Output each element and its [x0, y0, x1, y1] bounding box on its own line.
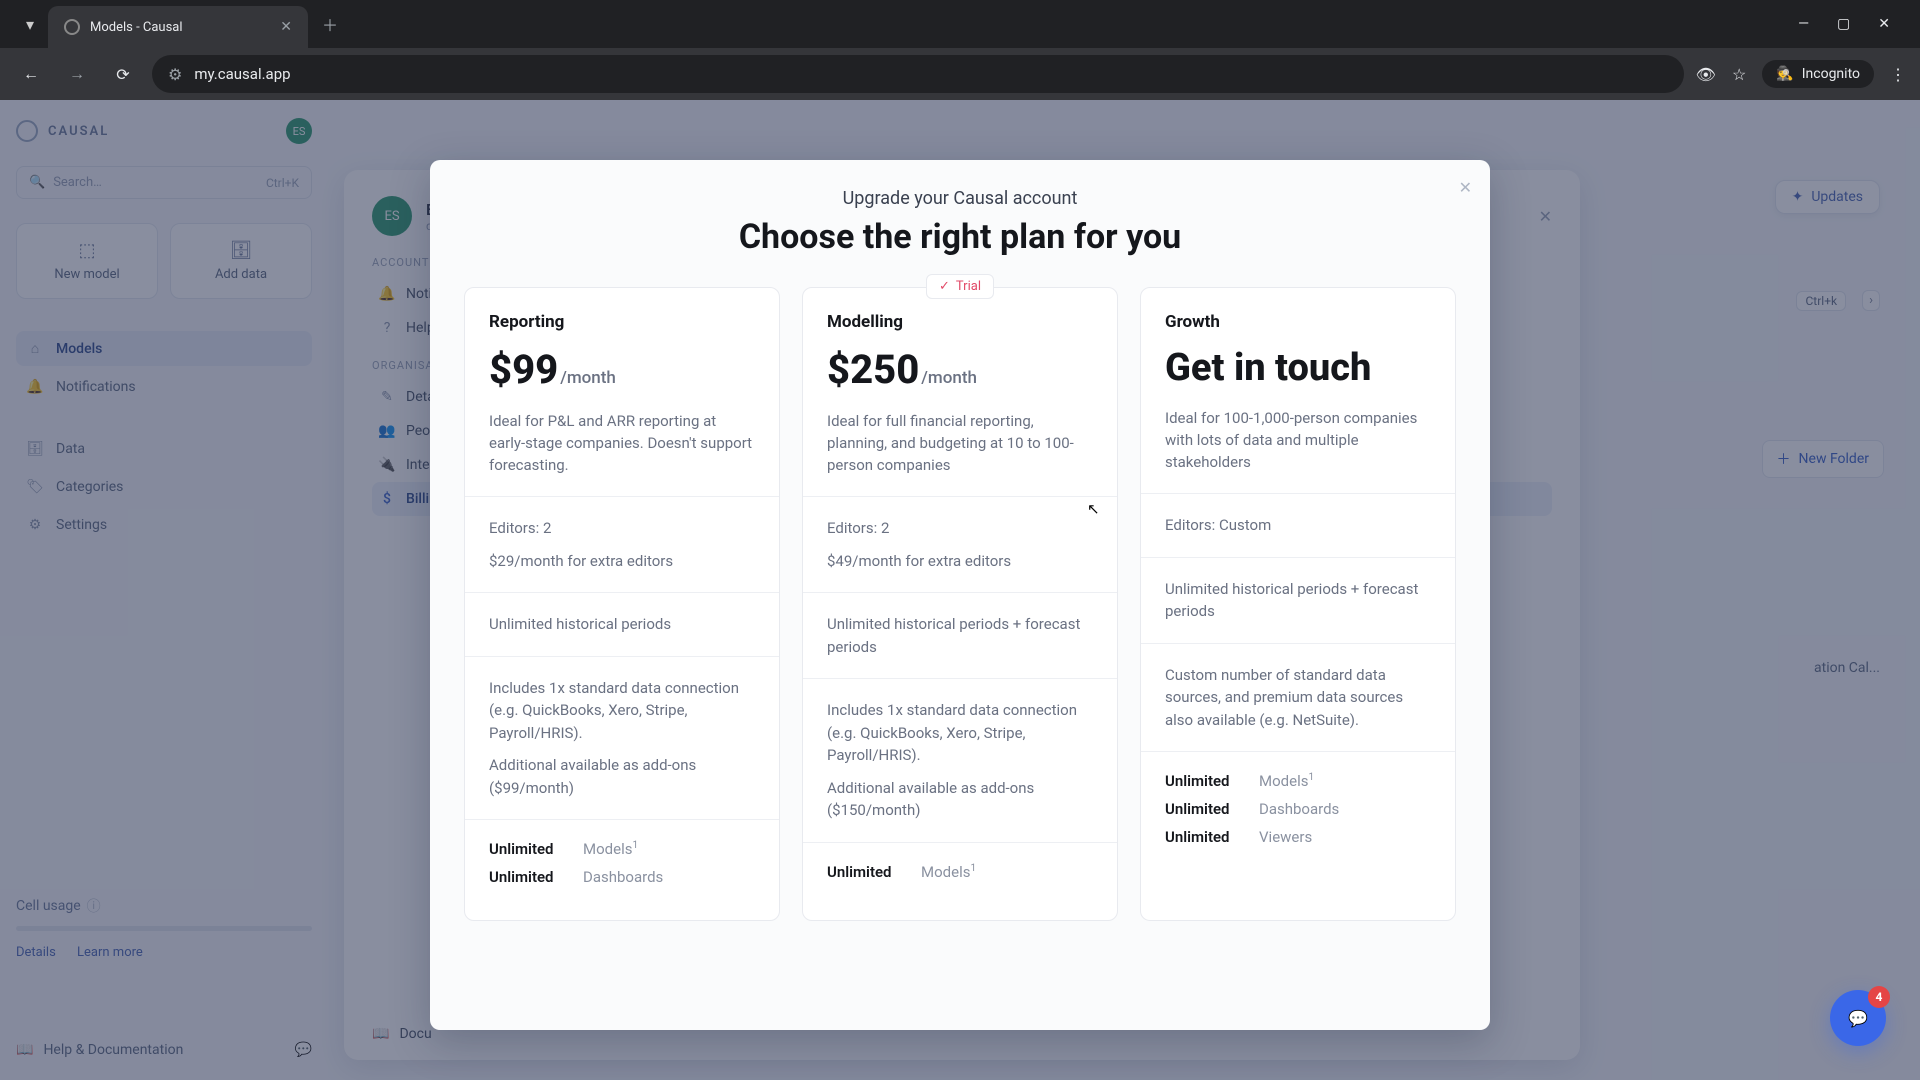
minimize-icon[interactable]: ― [1798, 16, 1809, 32]
plan-modelling: ✓Trial Modelling $250/month Ideal for fu… [802, 287, 1118, 921]
plan-name: Reporting [489, 312, 755, 332]
plan-limit-row: Unlimited Dashboards [1165, 800, 1431, 818]
limit-value: Viewers [1259, 828, 1312, 846]
tab-title: Models - Causal [90, 20, 270, 35]
window-controls: ― ▢ ✕ [1798, 16, 1908, 32]
limit-key: Unlimited [1165, 800, 1243, 818]
plan-editors: Editors: 2 [489, 517, 755, 540]
app-root: CAUSAL ES 🔍 Search… Ctrl+K ⬚New model 🗄A… [0, 100, 1920, 1080]
plan-period: /month [560, 368, 616, 388]
address-bar: ← → ⟳ ⚙ my.causal.app 👁 ☆ 🕵 Incognito ⋮ [0, 48, 1920, 100]
limit-sup: 1 [1308, 772, 1314, 783]
plan-limit-row: Unlimited Viewers [1165, 828, 1431, 846]
browser-menu-icon[interactable]: ⋮ [1890, 65, 1906, 84]
limit-key: Unlimited [1165, 772, 1243, 790]
plan-price: $99 [489, 346, 558, 393]
plan-data-conn: Custom number of standard data sources, … [1165, 664, 1431, 732]
plan-period: /month [921, 368, 977, 388]
plan-growth: Growth Get in touch Ideal for 100-1,000-… [1140, 287, 1456, 921]
plan-limit-row: Unlimited Dashboards [489, 868, 755, 886]
plan-editors: Editors: 2 [827, 517, 1093, 540]
chat-icon: 💬 [1848, 1009, 1868, 1028]
upgrade-modal: ✕ Upgrade your Causal account Choose the… [430, 160, 1490, 1030]
limit-value: Models [583, 840, 632, 858]
limit-key: Unlimited [489, 868, 567, 886]
plan-name: Growth [1165, 312, 1431, 332]
plan-periods: Unlimited historical periods + forecast … [1165, 578, 1431, 623]
plan-limit-row: Unlimited Models1 [827, 863, 1093, 881]
plan-limit-row: Unlimited Models1 [489, 840, 755, 858]
browser-chrome: ▾ Models - Causal ✕ ＋ ― ▢ ✕ ← → ⟳ ⚙ my.c… [0, 0, 1920, 100]
tab-dropdown-button[interactable]: ▾ [12, 6, 48, 42]
check-icon: ✓ [939, 279, 950, 294]
plan-data-conn: Includes 1x standard data connection (e.… [489, 677, 755, 745]
limit-sup: 1 [632, 840, 638, 851]
close-window-icon[interactable]: ✕ [1878, 16, 1890, 32]
limit-value: Dashboards [583, 868, 663, 886]
plan-extra-editors: $49/month for extra editors [827, 550, 1093, 573]
browser-tab[interactable]: Models - Causal ✕ [48, 6, 308, 48]
limit-sup: 1 [970, 863, 976, 874]
limit-value: Dashboards [1259, 800, 1339, 818]
limit-value: Models [1259, 772, 1308, 790]
bookmark-icon[interactable]: ☆ [1732, 65, 1746, 84]
plan-periods: Unlimited historical periods [489, 613, 755, 636]
back-button[interactable]: ← [14, 57, 48, 91]
site-settings-icon[interactable]: ⚙ [168, 65, 182, 84]
reload-button[interactable]: ⟳ [106, 57, 140, 91]
url-input[interactable]: ⚙ my.causal.app [152, 55, 1684, 93]
forward-button[interactable]: → [60, 57, 94, 91]
plan-reporting: Reporting $99/month Ideal for P&L and AR… [464, 287, 780, 921]
plan-periods: Unlimited historical periods + forecast … [827, 613, 1093, 658]
modal-subtitle: Upgrade your Causal account [454, 188, 1466, 209]
plan-name: Modelling [827, 312, 1093, 332]
tab-favicon [64, 19, 80, 35]
url-text: my.causal.app [194, 65, 290, 83]
maximize-icon[interactable]: ▢ [1837, 16, 1850, 32]
new-tab-button[interactable]: ＋ [322, 12, 338, 36]
plan-data-conn: Includes 1x standard data connection (e.… [827, 699, 1093, 767]
modal-title: Choose the right plan for you [454, 217, 1466, 257]
modal-scroll[interactable]: Upgrade your Causal account Choose the r… [430, 160, 1490, 1030]
limit-value: Models [921, 863, 970, 881]
incognito-icon: 🕵 [1776, 66, 1793, 82]
plan-extra-editors: $29/month for extra editors [489, 550, 755, 573]
trial-label: Trial [956, 279, 981, 294]
chat-fab[interactable]: 💬 4 [1830, 990, 1886, 1046]
eye-off-icon[interactable]: 👁 [1696, 65, 1716, 84]
limit-key: Unlimited [1165, 828, 1243, 846]
plan-editors: Editors: Custom [1165, 514, 1431, 537]
trial-badge: ✓ Trial [926, 274, 994, 299]
plan-desc: Ideal for P&L and ARR reporting at early… [489, 411, 755, 476]
tab-close-icon[interactable]: ✕ [280, 19, 292, 35]
plan-price: $250 [827, 346, 919, 393]
incognito-label: Incognito [1802, 66, 1860, 82]
plan-addons: Additional available as add-ons ($99/mon… [489, 754, 755, 799]
plan-addons: Additional available as add-ons ($150/mo… [827, 777, 1093, 822]
tab-bar: ▾ Models - Causal ✕ ＋ ― ▢ ✕ [0, 0, 1920, 48]
limit-key: Unlimited [827, 863, 905, 881]
incognito-badge[interactable]: 🕵 Incognito [1762, 60, 1874, 88]
limit-key: Unlimited [489, 840, 567, 858]
plan-desc: Ideal for full financial reporting, plan… [827, 411, 1093, 476]
chat-badge: 4 [1868, 986, 1890, 1008]
plan-price-text: Get in touch [1165, 346, 1371, 390]
plan-limit-row: Unlimited Models1 [1165, 772, 1431, 790]
plan-desc: Ideal for 100-1,000-person companies wit… [1165, 408, 1431, 473]
modal-close-icon[interactable]: ✕ [1459, 178, 1472, 197]
